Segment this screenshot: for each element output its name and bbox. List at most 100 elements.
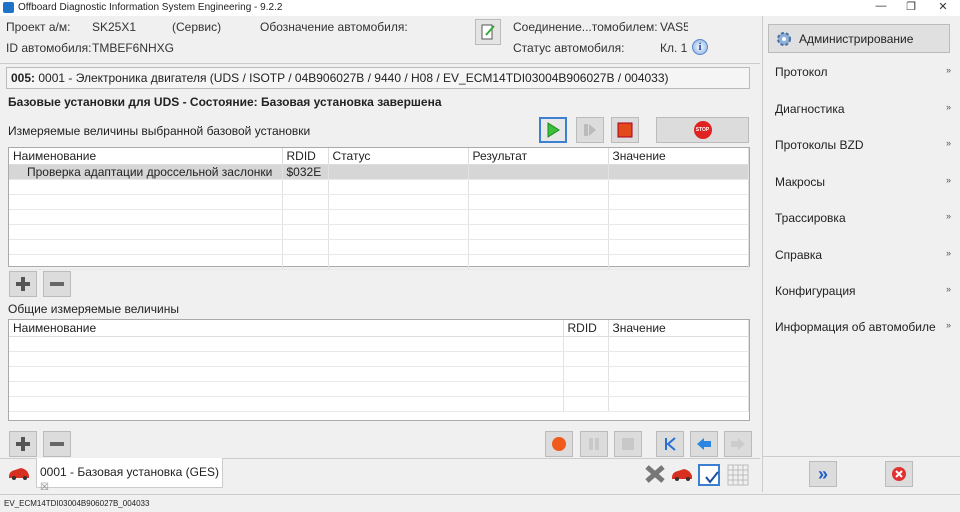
close-circle-icon xyxy=(892,467,906,481)
empty-row xyxy=(9,194,749,210)
chevron-down-icon: » xyxy=(945,248,951,258)
measured-values-table: Наименование RDID Статус Результат Значе… xyxy=(8,147,750,270)
col-value[interactable]: Значение xyxy=(608,320,749,337)
col-rdid[interactable]: RDID xyxy=(282,148,329,165)
sidebar-item-protocol[interactable]: Протокол » xyxy=(769,62,955,84)
ecu-address: 005: xyxy=(11,71,36,85)
arrow-left-icon xyxy=(697,438,711,450)
grid-icon[interactable] xyxy=(727,464,749,486)
divider xyxy=(763,456,960,457)
next-button[interactable]: » xyxy=(809,461,837,487)
car-icon xyxy=(9,468,29,480)
empty-row xyxy=(9,254,749,270)
administration-button[interactable]: Администрирование xyxy=(768,24,950,53)
tab-close-icon[interactable]: ☒ xyxy=(40,482,49,493)
col-name[interactable]: Наименование xyxy=(9,148,283,165)
info-icon[interactable]: i xyxy=(692,39,708,55)
exit-button[interactable] xyxy=(885,461,913,487)
col-name[interactable]: Наименование xyxy=(9,320,564,337)
empty-row xyxy=(9,209,749,225)
checklist-icon[interactable] xyxy=(698,464,722,486)
title-bar: Offboard Diagnostic Information System E… xyxy=(0,0,960,16)
measured-values-title: Измеряемые величины выбранной базовой ус… xyxy=(8,124,311,138)
sidebar-item-macros[interactable]: Макросы » xyxy=(769,172,955,194)
step-button[interactable] xyxy=(576,117,604,143)
sidebar-item-label: Трассировка xyxy=(775,211,846,225)
start-button[interactable] xyxy=(539,117,567,143)
sidebar-item-vehicle-info[interactable]: Информация об автомобиле » xyxy=(769,317,955,339)
table-row[interactable]: Проверка адаптации дроссельной заслонки … xyxy=(9,164,749,180)
col-result[interactable]: Результат xyxy=(468,148,609,165)
forward-button[interactable] xyxy=(724,431,752,457)
chevron-down-icon: » xyxy=(945,284,951,294)
status-bar: EV_ECM14TDI03004B906027B_004033 xyxy=(0,494,960,512)
skip-first-icon xyxy=(665,437,676,451)
admin-gear-icon xyxy=(777,31,791,46)
sidebar-item-label: Конфигурация xyxy=(775,284,856,298)
chevron-down-icon: » xyxy=(945,102,951,112)
chevron-down-icon: » xyxy=(945,175,951,185)
notepad-pencil-icon xyxy=(481,24,495,40)
emergency-stop-button[interactable]: STOP xyxy=(656,117,749,143)
status-text: EV_ECM14TDI03004B906027B_004033 xyxy=(4,499,150,508)
sidebar: Администрирование Протокол » Диагностика »… xyxy=(762,16,960,492)
sidebar-item-label: Протокол xyxy=(775,65,828,79)
window-title: Offboard Diagnostic Information System E… xyxy=(18,2,283,13)
remove-general-button[interactable] xyxy=(43,431,71,457)
empty-row xyxy=(9,179,749,195)
cell-name: Проверка адаптации дроссельной заслонки xyxy=(9,164,283,180)
record-button[interactable] xyxy=(545,431,573,457)
col-rdid[interactable]: RDID xyxy=(563,320,609,337)
vehicle-status-label: Статус автомобиля: xyxy=(513,41,625,55)
stop-record-button[interactable] xyxy=(614,431,642,457)
administration-label: Администрирование xyxy=(799,31,914,46)
table-header: Наименование RDID Статус Результат Значе… xyxy=(9,148,749,165)
play-icon xyxy=(547,122,560,138)
empty-row xyxy=(9,351,749,367)
minimize-button[interactable]: — xyxy=(866,0,896,16)
empty-row xyxy=(9,366,749,382)
col-status[interactable]: Статус xyxy=(328,148,469,165)
empty-row xyxy=(9,336,749,352)
vehicle-icon[interactable] xyxy=(670,466,694,482)
stop-icon xyxy=(622,438,634,450)
close-window-button[interactable]: ✕ xyxy=(928,0,958,16)
mode-value: (Сервис) xyxy=(172,20,222,34)
sidebar-item-help[interactable]: Справка » xyxy=(769,245,955,267)
sidebar-item-label: Справка xyxy=(775,248,823,262)
pause-button[interactable] xyxy=(580,431,608,457)
minus-icon xyxy=(50,442,64,446)
cell-status xyxy=(328,164,469,180)
sidebar-item-diagnostics[interactable]: Диагностика » xyxy=(769,99,955,121)
sidebar-item-label: Макросы xyxy=(775,175,826,189)
project-value: SK25X1 xyxy=(92,20,137,34)
col-value[interactable]: Значение xyxy=(608,148,749,165)
edit-note-button[interactable] xyxy=(475,19,501,45)
connection-label: Соединение...томобилем: xyxy=(513,20,658,34)
cell-value xyxy=(608,164,749,180)
back-button[interactable] xyxy=(690,431,718,457)
empty-row xyxy=(9,239,749,255)
sidebar-item-tracing[interactable]: Трассировка » xyxy=(769,208,955,230)
chevron-down-icon: » xyxy=(945,65,951,75)
vehicle-id-label: ID автомобиля: xyxy=(6,41,92,55)
sidebar-item-label: Диагностика xyxy=(775,102,845,116)
sidebar-item-configuration[interactable]: Конфигурация » xyxy=(769,281,955,303)
sidebar-item-bzd[interactable]: Протоколы BZD » xyxy=(769,135,955,157)
ecu-info: 005: 0001 - Электроника двигателя (UDS /… xyxy=(6,67,750,89)
restore-button[interactable]: ❐ xyxy=(896,0,926,16)
add-measured-button[interactable] xyxy=(9,271,37,297)
tools-icon[interactable] xyxy=(644,464,666,484)
vehicle-status-value: Кл. 15 xyxy=(660,41,688,55)
stop-square-button[interactable] xyxy=(611,117,639,143)
first-button[interactable] xyxy=(656,431,684,457)
double-chevron-right-icon: » xyxy=(817,464,828,484)
general-values-title: Общие измеряемые величины xyxy=(8,302,179,316)
tab-label: 0001 - Базовая установка (GES) xyxy=(40,465,219,479)
tab-basic-settings[interactable]: 0001 - Базовая установка (GES) ☒ xyxy=(36,458,223,493)
table-header: Наименование RDID Значение xyxy=(9,320,749,337)
remove-measured-button[interactable] xyxy=(43,271,71,297)
minus-icon xyxy=(50,282,64,286)
add-general-button[interactable] xyxy=(9,431,37,457)
sidebar-item-label: Информация об автомобиле xyxy=(775,320,936,334)
